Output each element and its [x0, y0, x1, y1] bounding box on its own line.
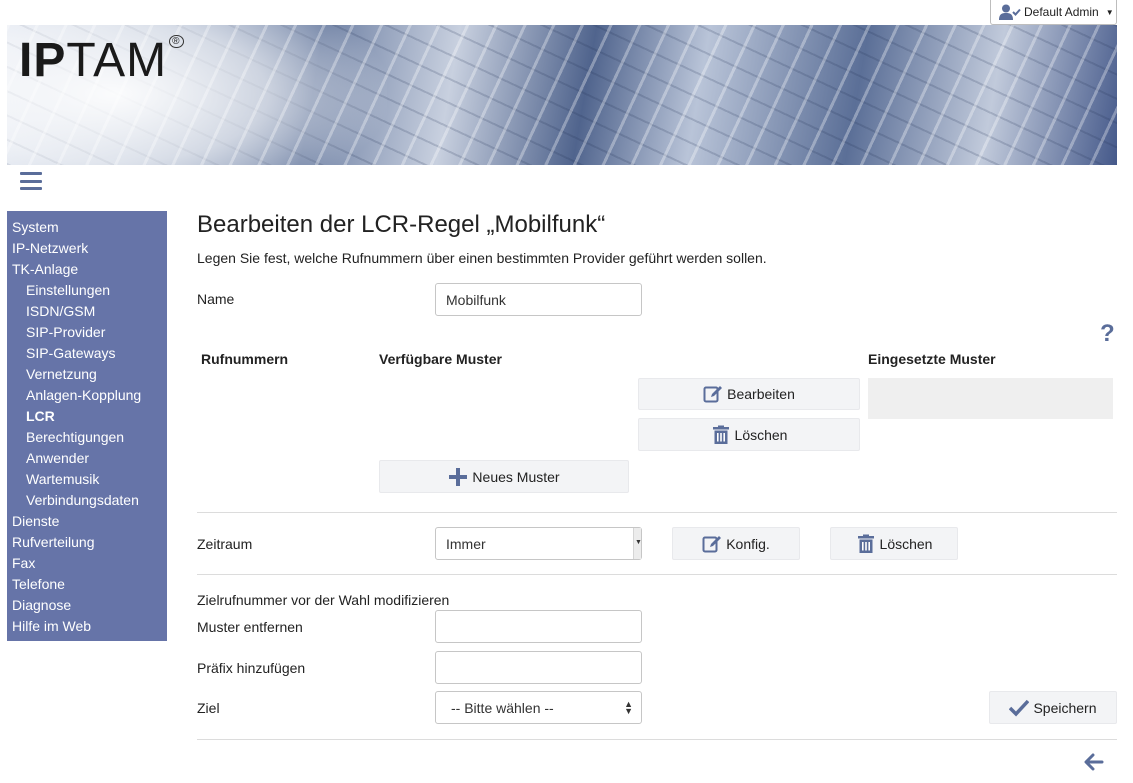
edit-icon	[703, 386, 723, 403]
used-patterns-list[interactable]	[868, 378, 1113, 419]
trash-icon	[857, 534, 874, 553]
sidebar-item-sip-gateways[interactable]: SIP-Gateways	[7, 343, 167, 364]
trash-icon	[712, 425, 729, 444]
sidebar-item-tk-anlage[interactable]: TK-Anlage	[7, 259, 167, 280]
period-select[interactable]: Immer ▼	[435, 527, 642, 560]
period-config-button[interactable]: Konfig.	[672, 527, 800, 560]
sidebar-item-berechtigungen[interactable]: Berechtigungen	[7, 427, 167, 448]
prefix-label: Präfix hinzufügen	[197, 660, 306, 676]
sidebar-item-dienste[interactable]: Dienste	[7, 511, 167, 532]
sidebar-item-ip-netzwerk[interactable]: IP-Netzwerk	[7, 238, 167, 259]
target-select[interactable]: -- Bitte wählen -- ▲ ▼	[435, 691, 642, 724]
remove-pattern-input[interactable]	[435, 610, 642, 643]
col-header-available: Verfügbare Muster	[379, 351, 502, 367]
target-label: Ziel	[197, 700, 220, 716]
sidebar-item-einstellungen[interactable]: Einstellungen	[7, 280, 167, 301]
divider	[197, 512, 1117, 513]
edit-icon	[702, 535, 722, 552]
new-pattern-label: Neues Muster	[472, 468, 560, 485]
plus-icon	[449, 467, 468, 486]
col-header-used: Eingesetzte Muster	[868, 351, 996, 367]
save-label: Speichern	[1033, 699, 1097, 716]
period-delete-label: Löschen	[879, 535, 933, 552]
period-delete-button[interactable]: Löschen	[830, 527, 958, 560]
main-content: Bearbeiten der LCR-Regel „Mobilfunk“ Leg…	[197, 0, 1117, 783]
sidebar-item-lcr[interactable]: LCR	[7, 406, 167, 427]
sidebar-item-isdn-gsm[interactable]: ISDN/GSM	[7, 301, 167, 322]
edit-pattern-label: Bearbeiten	[727, 386, 795, 402]
iptam-logo: IPTAM ®	[19, 35, 184, 85]
divider	[197, 574, 1117, 575]
sidebar-item-fax[interactable]: Fax	[7, 553, 167, 574]
prefix-input[interactable]	[435, 651, 642, 684]
divider	[197, 739, 1117, 740]
target-select-value: -- Bitte wählen --	[451, 699, 554, 716]
sidebar-item-rufverteilung[interactable]: Rufverteilung	[7, 532, 167, 553]
help-icon[interactable]: ?	[1100, 320, 1115, 348]
name-label: Name	[197, 291, 235, 307]
sidebar-item-sip-provider[interactable]: SIP-Provider	[7, 322, 167, 343]
sidebar-item-anwender[interactable]: Anwender	[7, 448, 167, 469]
save-button[interactable]: Speichern	[989, 691, 1117, 724]
modify-heading: Zielrufnummer vor der Wahl modifizieren	[197, 592, 450, 608]
sidebar-item-hilfe-im-web[interactable]: Hilfe im Web	[7, 616, 167, 637]
name-input[interactable]: Mobilfunk	[435, 283, 642, 316]
period-config-label: Konfig.	[726, 535, 770, 552]
page-description: Legen Sie fest, welche Rufnummern über e…	[197, 250, 767, 266]
remove-pattern-label: Muster entfernen	[197, 619, 303, 635]
edit-pattern-button[interactable]: Bearbeiten	[638, 378, 860, 410]
delete-pattern-button[interactable]: Löschen	[638, 418, 860, 451]
sidebar-nav: System IP-Netzwerk TK-Anlage Einstellungen I…	[7, 211, 167, 641]
sidebar-item-system[interactable]: System	[7, 217, 167, 238]
sidebar-item-telefone[interactable]: Telefone	[7, 574, 167, 595]
page-title: Bearbeiten der LCR-Regel „Mobilfunk“	[197, 211, 606, 238]
menu-toggle-icon[interactable]	[20, 172, 42, 190]
col-header-numbers: Rufnummern	[201, 351, 289, 367]
sidebar-item-verbindungsdaten[interactable]: Verbindungsdaten	[7, 490, 167, 511]
delete-pattern-label: Löschen	[734, 426, 788, 443]
back-arrow-icon[interactable]	[1084, 752, 1104, 772]
sidebar-item-vernetzung[interactable]: Vernetzung	[7, 364, 167, 385]
period-label: Zeitraum	[197, 536, 253, 552]
new-pattern-button[interactable]: Neues Muster	[379, 460, 629, 493]
sidebar-item-diagnose[interactable]: Diagnose	[7, 595, 167, 616]
check-icon	[1009, 699, 1030, 717]
select-scrollbar: ▼	[633, 528, 642, 559]
sidebar-item-wartemusik[interactable]: Wartemusik	[7, 469, 167, 490]
sidebar-item-anlagen-kopplung[interactable]: Anlagen-Kopplung	[7, 385, 167, 406]
period-select-value: Immer	[446, 535, 486, 552]
select-arrows-icon: ▲ ▼	[624, 698, 633, 716]
